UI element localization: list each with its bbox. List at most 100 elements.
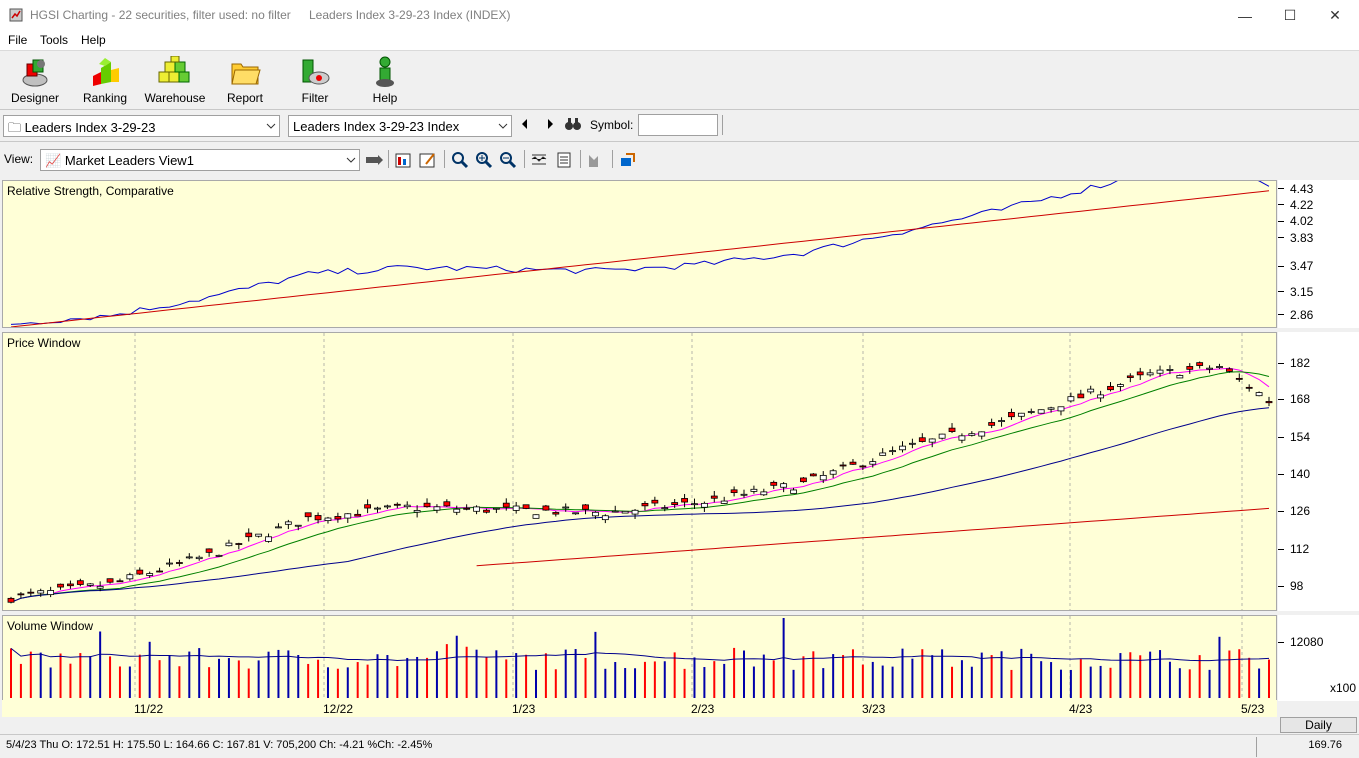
date-label: 5/23 xyxy=(1241,702,1265,716)
document-title: Leaders Index 3-29-23 Index (INDEX) xyxy=(309,8,511,22)
menu-file[interactable]: File xyxy=(8,33,27,47)
view-edit-icon[interactable] xyxy=(364,150,384,170)
price-tick: 126 xyxy=(1290,504,1311,518)
status-bar: 5/4/23 Thu O: 172.51 H: 175.50 L: 164.66… xyxy=(0,734,1359,758)
candle xyxy=(790,489,797,494)
price-panel[interactable]: Price Window xyxy=(2,332,1277,611)
chart-properties-icon[interactable] xyxy=(394,150,414,170)
ma-short-line xyxy=(10,367,1270,603)
wave-lines-icon[interactable] xyxy=(530,150,550,170)
candle xyxy=(512,505,520,511)
symbol-label: Symbol: xyxy=(590,118,634,132)
zoom-out-icon[interactable] xyxy=(498,150,518,170)
candle xyxy=(235,543,243,545)
price-tick: 98 xyxy=(1290,579,1304,593)
symbol-input[interactable] xyxy=(638,114,718,136)
candle xyxy=(126,574,134,580)
zoom-in-icon[interactable] xyxy=(474,150,494,170)
rs-tick: 3.83 xyxy=(1290,231,1314,245)
menu-help[interactable]: Help xyxy=(81,33,106,47)
candle xyxy=(621,510,629,514)
candle xyxy=(1156,369,1164,374)
volume-panel[interactable]: Volume Window xyxy=(2,615,1277,701)
candle xyxy=(532,514,540,519)
candle xyxy=(958,435,966,441)
candle xyxy=(146,573,154,576)
candle xyxy=(1136,371,1144,376)
candle xyxy=(57,583,64,588)
candle xyxy=(1097,394,1105,399)
security-select[interactable]: Leaders Index 3-29-23 Index xyxy=(288,115,512,137)
candle xyxy=(1206,367,1213,370)
candle xyxy=(809,473,817,477)
candle xyxy=(37,590,45,594)
candle xyxy=(96,585,104,589)
rs-tick: 4.02 xyxy=(1290,214,1314,228)
filter-icon xyxy=(302,59,330,85)
maximize-icon[interactable]: ☐ xyxy=(1267,0,1313,31)
candle xyxy=(720,500,728,504)
rs-line xyxy=(10,181,1270,325)
data-table-icon[interactable] xyxy=(555,150,575,170)
candle xyxy=(859,465,867,468)
period-daily-button[interactable]: Daily xyxy=(1280,717,1357,733)
candle xyxy=(265,536,272,542)
chevron-down-icon xyxy=(346,157,356,163)
candle xyxy=(681,498,688,503)
export-chart-icon[interactable] xyxy=(618,150,638,170)
list-select[interactable]: 🗀 Leaders Index 3-29-23 xyxy=(3,115,280,137)
candle xyxy=(839,464,847,467)
minimize-icon[interactable]: — xyxy=(1222,0,1268,31)
candle xyxy=(47,590,55,596)
selector-bar: 🗀 Leaders Index 3-29-23 Leaders Index 3-… xyxy=(0,112,1359,142)
date-label: 4/23 xyxy=(1069,702,1093,716)
candle xyxy=(453,508,461,513)
view-bar: View: 📈 Market Leaders View1 xyxy=(0,144,1359,174)
date-label: 1/23 xyxy=(512,702,536,716)
zoom-icon[interactable] xyxy=(450,150,470,170)
warehouse-button[interactable]: Warehouse xyxy=(144,54,206,106)
designer-button[interactable]: Designer xyxy=(4,54,66,106)
candle xyxy=(166,562,173,565)
help-button[interactable]: Help xyxy=(354,54,416,106)
close-icon[interactable]: ✕ xyxy=(1312,0,1358,31)
filter-button[interactable]: Filter xyxy=(284,54,346,106)
menu-tools[interactable]: Tools xyxy=(40,33,68,47)
candle xyxy=(671,502,679,506)
bar-chart-icon[interactable] xyxy=(586,150,606,170)
edit-chart-icon[interactable] xyxy=(418,150,438,170)
price-tick: 154 xyxy=(1290,430,1311,444)
candle xyxy=(205,548,213,553)
candle xyxy=(1067,396,1075,402)
rs-chart xyxy=(10,181,1270,327)
candle xyxy=(601,515,609,521)
price-axis: 182 168 154 140 126 112 98 xyxy=(1278,332,1359,611)
candle xyxy=(760,491,768,496)
view-select[interactable]: 📈 Market Leaders View1 xyxy=(40,149,360,171)
price-tick: 140 xyxy=(1290,467,1311,481)
candle xyxy=(185,556,193,559)
relative-strength-panel[interactable]: Relative Strength, Comparative xyxy=(2,180,1277,328)
price-tick: 168 xyxy=(1290,392,1311,406)
candle xyxy=(988,422,996,426)
ranking-button[interactable]: Ranking xyxy=(74,54,136,106)
candle xyxy=(592,511,599,517)
date-label: 3/23 xyxy=(862,702,886,716)
price-tick: 182 xyxy=(1290,356,1311,370)
candle xyxy=(869,461,877,465)
help-icon xyxy=(376,56,394,87)
candle xyxy=(1087,388,1095,393)
candle xyxy=(344,513,352,519)
binoculars-icon[interactable] xyxy=(564,116,582,132)
chevron-down-icon xyxy=(266,123,276,129)
candle xyxy=(215,554,223,557)
candle xyxy=(750,488,758,492)
candle xyxy=(463,507,471,510)
candle xyxy=(27,591,35,594)
candle xyxy=(651,499,659,504)
report-button[interactable]: Report xyxy=(214,54,276,106)
next-security-icon[interactable] xyxy=(545,118,555,130)
candle xyxy=(1057,406,1065,412)
previous-security-icon[interactable] xyxy=(520,118,530,130)
main-toolbar: Designer Ranking Warehouse Report Filter… xyxy=(0,52,1359,110)
